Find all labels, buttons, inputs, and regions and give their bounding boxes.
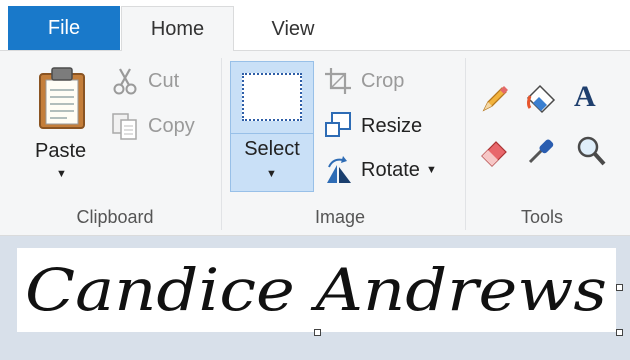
- resize-handle-corner[interactable]: [616, 329, 623, 336]
- crop-button[interactable]: Crop: [323, 66, 404, 96]
- scissors-icon: [113, 68, 137, 95]
- clipboard-icon: [39, 67, 85, 129]
- paste-dropdown-arrow[interactable]: ▼: [56, 168, 67, 180]
- svg-text:Candice Andrews: Candice Andrews: [25, 256, 607, 324]
- crop-label: Crop: [361, 69, 405, 92]
- color-picker-icon[interactable]: [524, 134, 558, 168]
- rotate-label: Rotate: [361, 158, 420, 181]
- tools-grid: A: [478, 80, 613, 172]
- selection-marquee-icon: [242, 73, 302, 121]
- text-icon[interactable]: A: [574, 80, 596, 114]
- resize-icon: [325, 112, 351, 137]
- pencil-icon[interactable]: [478, 82, 512, 116]
- copy-button[interactable]: Copy: [110, 111, 195, 141]
- tab-file[interactable]: File: [8, 6, 120, 50]
- ribbon-tab-bar: File Home View: [0, 0, 630, 52]
- tab-home[interactable]: Home: [121, 6, 234, 52]
- fill-bucket-icon[interactable]: [524, 82, 558, 116]
- copy-label: Copy: [148, 114, 195, 137]
- tab-view[interactable]: View: [238, 6, 348, 52]
- rotate-button[interactable]: Rotate ▼: [323, 155, 437, 185]
- cut-button[interactable]: Cut: [110, 66, 179, 96]
- resize-label: Resize: [361, 114, 423, 137]
- tools-group-label: Tools: [520, 207, 564, 227]
- group-divider: [465, 58, 466, 230]
- image-group-label: Image: [314, 207, 366, 227]
- copy-icon: [112, 113, 137, 140]
- signature-image: Candice Andrews: [25, 256, 607, 324]
- paste-label: Paste: [35, 140, 87, 162]
- resize-handle-right[interactable]: [616, 284, 623, 291]
- select-top-area: [231, 62, 313, 134]
- rotate-icon: [327, 156, 351, 183]
- select-button[interactable]: Select ▼: [230, 61, 314, 192]
- select-dropdown-arrow[interactable]: ▼: [266, 168, 277, 180]
- resize-button[interactable]: Resize: [323, 111, 422, 141]
- drawing-canvas[interactable]: Candice Andrews: [17, 248, 616, 332]
- cut-label: Cut: [148, 69, 180, 92]
- rotate-dropdown-arrow[interactable]: ▼: [426, 164, 437, 176]
- group-divider: [221, 58, 222, 230]
- crop-icon: [325, 68, 351, 94]
- clipboard-group-label: Clipboard: [76, 207, 154, 227]
- magnifier-icon[interactable]: [574, 134, 608, 168]
- select-label: Select: [244, 138, 300, 160]
- resize-handle-bottom[interactable]: [314, 329, 321, 336]
- eraser-icon[interactable]: [478, 134, 512, 168]
